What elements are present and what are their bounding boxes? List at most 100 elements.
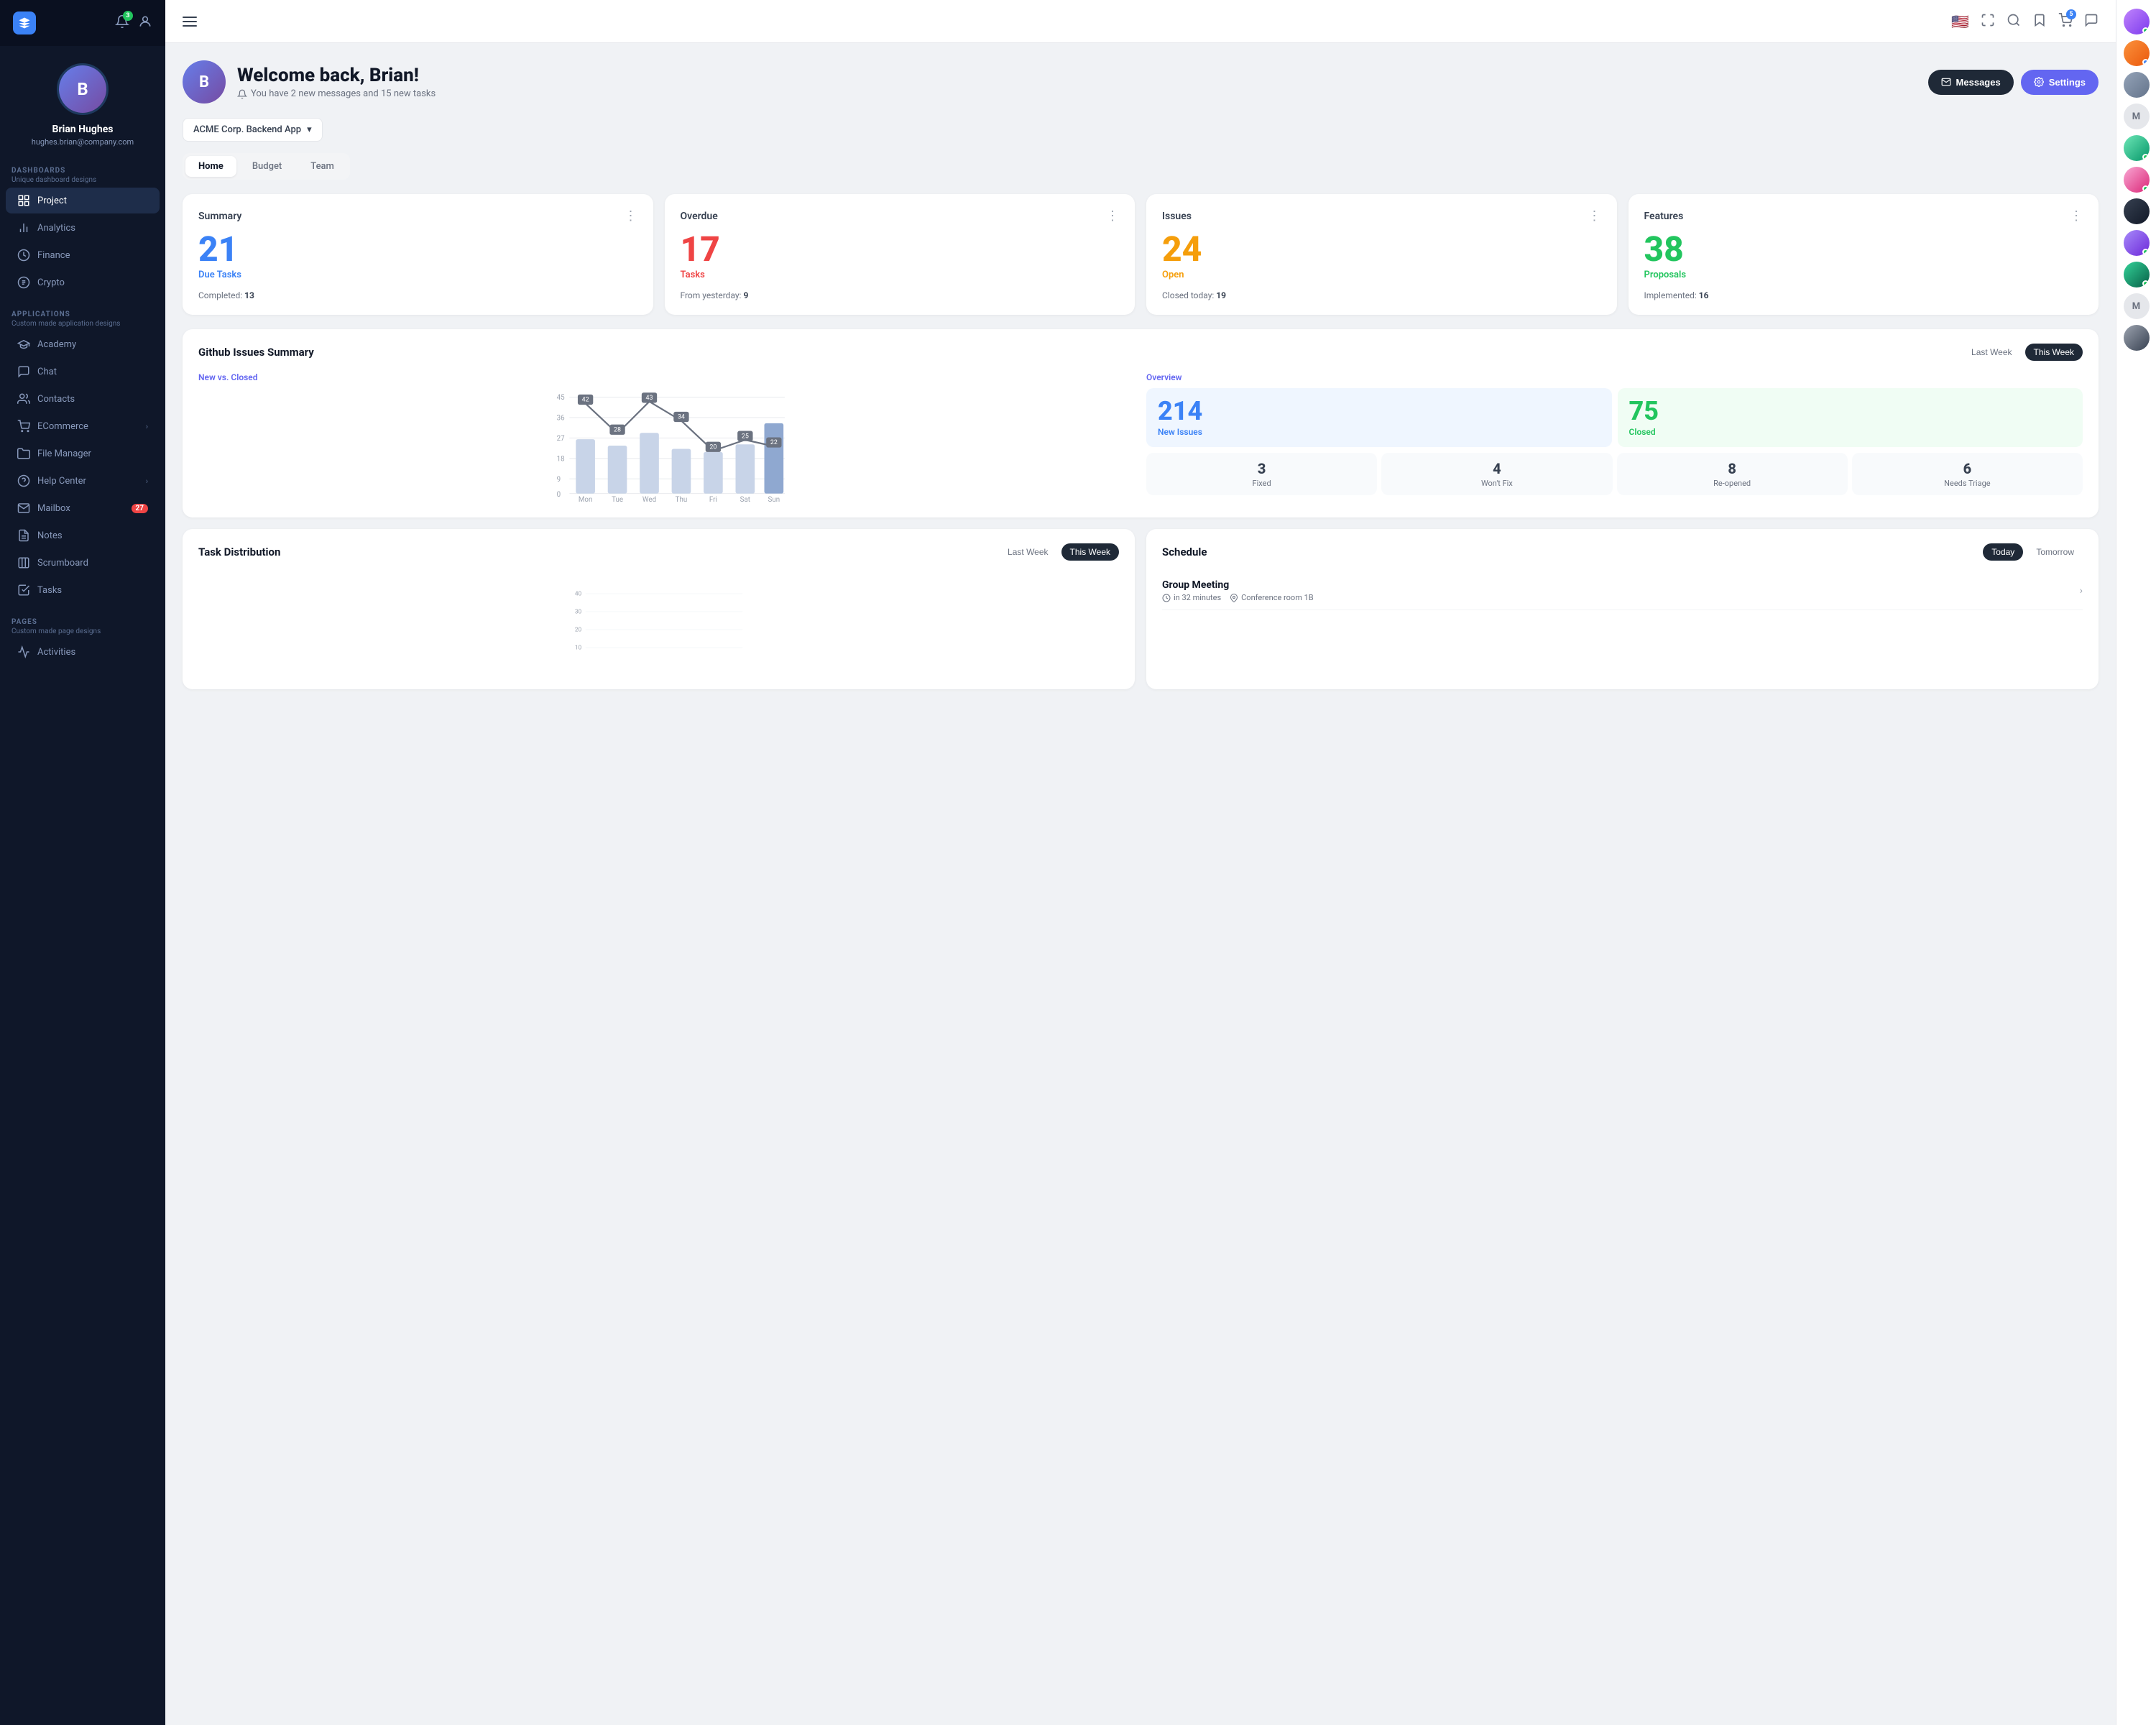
cart-badge: 5 (2066, 9, 2076, 19)
schedule-item-details: Group Meeting in 32 minutes Conference r… (1162, 579, 1314, 602)
svg-text:30: 30 (575, 609, 582, 616)
sidebar-item-analytics[interactable]: Analytics (6, 215, 160, 241)
sidebar-item-filemanager[interactable]: File Manager (6, 441, 160, 466)
last-week-button[interactable]: Last Week (1963, 344, 2020, 361)
language-flag[interactable]: 🇺🇸 (1951, 13, 1969, 30)
stat-menu-icon[interactable]: ⋮ (1588, 208, 1601, 224)
svg-text:27: 27 (557, 435, 565, 443)
task-distribution-card: Task Distribution Last Week This Week 40… (183, 529, 1135, 689)
sidebar-item-label: Contacts (37, 394, 75, 405)
right-panel-avatar-9[interactable] (2124, 325, 2150, 351)
right-panel-avatar-3[interactable] (2124, 72, 2150, 98)
stat-card-header: Issues ⋮ (1162, 208, 1601, 224)
applications-sub: Custom made application designs (11, 320, 154, 328)
tab-home[interactable]: Home (185, 156, 236, 177)
sidebar-item-activities[interactable]: Activities (6, 639, 160, 665)
right-panel-avatar-5[interactable] (2124, 167, 2150, 193)
cart-button[interactable]: 5 (2058, 13, 2073, 30)
notification-bell[interactable]: 3 (115, 14, 129, 32)
search-button[interactable] (2007, 13, 2021, 30)
this-week-button[interactable]: This Week (2025, 344, 2083, 361)
schedule-header: Schedule Today Tomorrow (1162, 543, 2083, 561)
schedule-card: Schedule Today Tomorrow Group Meeting in… (1146, 529, 2099, 689)
applications-section: APPLICATIONS Custom made application des… (0, 302, 165, 331)
needstriage-num: 6 (1859, 460, 2076, 477)
stat-card-summary: Summary ⋮ 21 Due Tasks Completed: 13 (183, 194, 653, 315)
task-this-week-btn[interactable]: This Week (1061, 543, 1119, 561)
messages-button[interactable] (2084, 13, 2099, 30)
today-btn[interactable]: Today (1983, 543, 2023, 561)
week-toggle: Last Week This Week (1963, 344, 2083, 361)
schedule-day-toggle: Today Tomorrow (1983, 543, 2083, 561)
project-selector[interactable]: ACME Corp. Backend App ▾ (183, 118, 323, 142)
sidebar-item-label: Academy (37, 339, 76, 350)
svg-text:10: 10 (575, 645, 582, 652)
right-panel-avatar-2[interactable] (2124, 40, 2150, 66)
dashboard-tabs: Home Budget Team (183, 153, 350, 180)
settings-button-main[interactable]: Settings (2021, 70, 2099, 95)
right-panel-avatar-4[interactable] (2124, 135, 2150, 161)
right-panel-avatar-8[interactable] (2124, 262, 2150, 288)
sidebar-item-scrumboard[interactable]: Scrumboard (6, 550, 160, 576)
notif-badge: 3 (123, 11, 133, 21)
reopened-num: 8 (1624, 460, 1841, 477)
topbar-right: 🇺🇸 5 (1951, 13, 2099, 30)
welcome-avatar: B (183, 60, 226, 104)
reopened-label: Re-opened (1624, 479, 1841, 488)
stat-label: Open (1162, 270, 1601, 280)
sidebar-item-ecommerce[interactable]: ECommerce › (6, 413, 160, 439)
stat-title: Summary (198, 211, 241, 222)
sidebar-item-helpcenter[interactable]: Help Center › (6, 468, 160, 494)
closed-card: 75 Closed (1618, 388, 2083, 447)
right-panel-avatar-1[interactable] (2124, 9, 2150, 34)
stat-title: Overdue (681, 211, 718, 222)
stat-menu-icon[interactable]: ⋮ (2070, 208, 2083, 224)
svg-text:0: 0 (557, 491, 561, 499)
task-dist-title: Task Distribution (198, 546, 280, 558)
schedule-arrow-icon[interactable]: › (2080, 585, 2083, 597)
helpcenter-arrow: › (146, 477, 148, 486)
github-issues-card: Github Issues Summary Last Week This Wee… (183, 329, 2099, 518)
reopened-card: 8 Re-opened (1617, 453, 1848, 495)
sidebar-item-finance[interactable]: Finance (6, 242, 160, 268)
sidebar-item-label: Crypto (37, 277, 65, 288)
right-panel-avatar-m1[interactable]: M (2124, 104, 2150, 129)
sidebar-item-contacts[interactable]: Contacts (6, 386, 160, 412)
sidebar-item-label: Help Center (37, 476, 86, 487)
sidebar-item-project[interactable]: Project (6, 188, 160, 213)
wontfix-num: 4 (1388, 460, 1605, 477)
sidebar-item-crypto[interactable]: Crypto (6, 270, 160, 295)
page-content: B Welcome back, Brian! You have 2 new me… (165, 43, 2116, 1725)
stat-label: Tasks (681, 270, 1120, 280)
right-panel-avatar-m2[interactable]: M (2124, 293, 2150, 319)
pages-sub: Custom made page designs (11, 627, 154, 635)
avatar: B (57, 63, 109, 115)
applications-label: APPLICATIONS (11, 310, 154, 318)
sidebar-item-academy[interactable]: Academy (6, 331, 160, 357)
bookmark-button[interactable] (2032, 13, 2047, 30)
fullscreen-button[interactable] (1981, 13, 1995, 30)
stat-menu-icon[interactable]: ⋮ (625, 208, 637, 224)
welcome-text: Welcome back, Brian! You have 2 new mess… (237, 65, 436, 99)
right-panel-avatar-7[interactable] (2124, 230, 2150, 256)
stat-card-header: Features ⋮ (1644, 208, 2083, 224)
sidebar-item-mailbox[interactable]: Mailbox 27 (6, 495, 160, 521)
sidebar-item-label: Analytics (37, 223, 75, 234)
right-panel-avatar-6[interactable] (2124, 198, 2150, 224)
messages-button-main[interactable]: Messages (1928, 70, 2014, 95)
stat-menu-icon[interactable]: ⋮ (1106, 208, 1119, 224)
tab-budget[interactable]: Budget (239, 156, 295, 177)
menu-toggle[interactable] (183, 17, 197, 27)
sidebar-item-chat[interactable]: Chat (6, 359, 160, 385)
sidebar-item-notes[interactable]: Notes (6, 523, 160, 548)
tomorrow-btn[interactable]: Tomorrow (2027, 543, 2083, 561)
user-icon[interactable] (138, 14, 152, 32)
task-last-week-btn[interactable]: Last Week (999, 543, 1056, 561)
sidebar-item-tasks[interactable]: Tasks (6, 577, 160, 603)
svg-text:18: 18 (557, 455, 565, 463)
welcome-buttons: Messages Settings (1928, 70, 2099, 95)
tab-team[interactable]: Team (298, 156, 347, 177)
user-profile: B Brian Hughes hughes.brian@company.com (0, 46, 165, 158)
svg-text:36: 36 (557, 414, 565, 422)
app-logo[interactable] (13, 12, 36, 34)
